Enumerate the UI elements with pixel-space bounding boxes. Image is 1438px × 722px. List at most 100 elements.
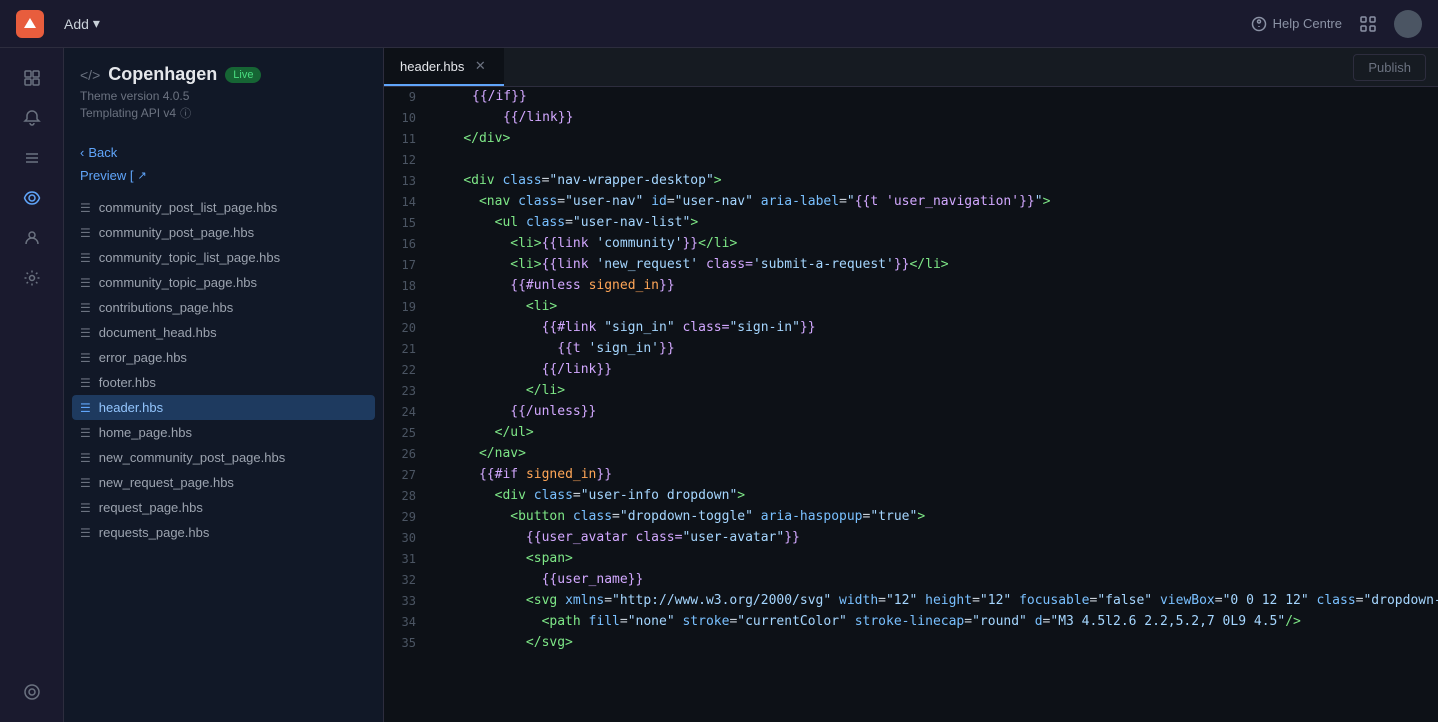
grid-icon[interactable] xyxy=(1358,14,1378,34)
tab-close-button[interactable]: ✕ xyxy=(472,58,488,74)
file-name: document_head.hbs xyxy=(99,325,217,340)
code-line: 35 </svg> xyxy=(384,633,1438,654)
sidebar-icon-preview[interactable] xyxy=(14,180,50,216)
code-line: 18 {{#unless signed_in}} xyxy=(384,276,1438,297)
user-avatar[interactable] xyxy=(1394,10,1422,38)
sidebar-icons xyxy=(0,48,64,722)
sidebar-icon-users[interactable] xyxy=(14,220,50,256)
code-line: 24 {{/unless}} xyxy=(384,402,1438,423)
file-icon: ☰ xyxy=(80,326,91,340)
file-icon: ☰ xyxy=(80,251,91,265)
file-tree-panel: </> Copenhagen Live Theme version 4.0.5 … xyxy=(64,48,384,722)
code-line: 29 <button class="dropdown-toggle" aria-… xyxy=(384,507,1438,528)
code-line: 11 </div> xyxy=(384,129,1438,150)
add-label: Add xyxy=(64,16,89,32)
live-badge: Live xyxy=(225,67,261,83)
code-line: 20 {{#link "sign_in" class="sign-in"}} xyxy=(384,318,1438,339)
logo-icon xyxy=(16,10,44,38)
info-icon[interactable]: ⓘ xyxy=(180,105,191,121)
topbar: Add ▾ Help Centre xyxy=(0,0,1438,48)
file-item-contributions[interactable]: ☰ contributions_page.hbs xyxy=(72,295,375,320)
tab-label: header.hbs xyxy=(400,59,464,74)
file-item-community-post[interactable]: ☰ community_post_page.hbs xyxy=(72,220,375,245)
sidebar-icon-menu[interactable] xyxy=(14,140,50,176)
code-line: 33 <svg xmlns="http://www.w3.org/2000/sv… xyxy=(384,591,1438,612)
file-item-community-topic[interactable]: ☰ community_topic_page.hbs xyxy=(72,270,375,295)
editor-tabs: header.hbs ✕ Publish xyxy=(384,48,1438,87)
file-item-error-page[interactable]: ☰ error_page.hbs xyxy=(72,345,375,370)
file-name: new_community_post_page.hbs xyxy=(99,450,285,465)
file-item-community-topic-list[interactable]: ☰ community_topic_list_page.hbs xyxy=(72,245,375,270)
file-name: home_page.hbs xyxy=(99,425,192,440)
code-line: 17 <li>{{link 'new_request' class='submi… xyxy=(384,255,1438,276)
file-name: header.hbs xyxy=(99,400,163,415)
file-item-new-community-post[interactable]: ☰ new_community_post_page.hbs xyxy=(72,445,375,470)
chevron-down-icon: ▾ xyxy=(93,15,100,32)
code-line: 27 {{#if signed_in}} xyxy=(384,465,1438,486)
file-item-header[interactable]: ☰ header.hbs xyxy=(72,395,375,420)
code-line: 21 {{t 'sign_in'}} xyxy=(384,339,1438,360)
help-centre-label: Help Centre xyxy=(1273,16,1342,31)
code-line: 22 {{/link}} xyxy=(384,360,1438,381)
file-name: new_request_page.hbs xyxy=(99,475,234,490)
templating-api-label: Templating API v4 xyxy=(80,106,176,120)
topbar-right: Help Centre xyxy=(1251,10,1422,38)
theme-name: Copenhagen xyxy=(108,64,217,85)
code-line: 12 xyxy=(384,150,1438,171)
file-item-requests[interactable]: ☰ requests_page.hbs xyxy=(72,520,375,545)
file-tree-header: </> Copenhagen Live Theme version 4.0.5 … xyxy=(64,48,383,137)
file-name: community_post_page.hbs xyxy=(99,225,254,240)
preview-link[interactable]: Preview [ ↗ xyxy=(64,168,383,195)
code-line: 28 <div class="user-info dropdown"> xyxy=(384,486,1438,507)
code-line: 10 {{/link}} xyxy=(384,108,1438,129)
file-name: footer.hbs xyxy=(99,375,156,390)
file-item-footer[interactable]: ☰ footer.hbs xyxy=(72,370,375,395)
code-line: 13 <div class="nav-wrapper-desktop"> xyxy=(384,171,1438,192)
theme-title: </> Copenhagen Live xyxy=(80,64,367,85)
sidebar-icon-settings[interactable] xyxy=(14,260,50,296)
file-item-home-page[interactable]: ☰ home_page.hbs xyxy=(72,420,375,445)
back-arrow-icon: ‹ xyxy=(80,145,84,160)
tab-header-hbs[interactable]: header.hbs ✕ xyxy=(384,48,504,86)
code-line: 15 <ul class="user-nav-list"> xyxy=(384,213,1438,234)
file-name: error_page.hbs xyxy=(99,350,187,365)
file-list: ☰ community_post_list_page.hbs ☰ communi… xyxy=(64,195,383,722)
templating-api: Templating API v4 ⓘ xyxy=(80,105,367,121)
code-line: 32 {{user_name}} xyxy=(384,570,1438,591)
file-name: community_post_list_page.hbs xyxy=(99,200,278,215)
publish-button[interactable]: Publish xyxy=(1353,54,1426,81)
code-line: 9 {{/if}} xyxy=(384,87,1438,108)
back-link[interactable]: ‹ Back xyxy=(64,145,383,160)
file-name: contributions_page.hbs xyxy=(99,300,233,315)
code-line: 26 </nav> xyxy=(384,444,1438,465)
theme-code-icon: </> xyxy=(80,67,100,83)
file-icon: ☰ xyxy=(80,376,91,390)
file-icon: ☰ xyxy=(80,276,91,290)
file-item-new-request[interactable]: ☰ new_request_page.hbs xyxy=(72,470,375,495)
code-line: 23 </li> xyxy=(384,381,1438,402)
code-line: 31 <span> xyxy=(384,549,1438,570)
sidebar-icon-alerts[interactable] xyxy=(14,100,50,136)
topbar-left: Add ▾ xyxy=(16,10,108,38)
file-item-community-post-list[interactable]: ☰ community_post_list_page.hbs xyxy=(72,195,375,220)
file-icon: ☰ xyxy=(80,351,91,365)
theme-version: Theme version 4.0.5 xyxy=(80,89,367,103)
file-item-request[interactable]: ☰ request_page.hbs xyxy=(72,495,375,520)
help-centre-link[interactable]: Help Centre xyxy=(1251,16,1342,32)
file-item-document-head[interactable]: ☰ document_head.hbs xyxy=(72,320,375,345)
code-line: 25 </ul> xyxy=(384,423,1438,444)
file-icon: ☰ xyxy=(80,226,91,240)
file-name: request_page.hbs xyxy=(99,500,203,515)
sidebar-icon-support[interactable] xyxy=(14,674,50,710)
back-label: Back xyxy=(88,145,117,160)
code-editor[interactable]: 9 {{/if}} 10 {{/link}} 11 </div> 12 13 <… xyxy=(384,87,1438,722)
sidebar-icon-dashboard[interactable] xyxy=(14,60,50,96)
code-line: 30 {{user_avatar class="user-avatar"}} xyxy=(384,528,1438,549)
code-line: 14 <nav class="user-nav" id="user-nav" a… xyxy=(384,192,1438,213)
file-name: community_topic_page.hbs xyxy=(99,275,257,290)
file-icon: ☰ xyxy=(80,426,91,440)
code-line: 16 <li>{{link 'community'}}</li> xyxy=(384,234,1438,255)
file-icon: ☰ xyxy=(80,526,91,540)
add-button[interactable]: Add ▾ xyxy=(56,11,108,36)
file-icon: ☰ xyxy=(80,451,91,465)
